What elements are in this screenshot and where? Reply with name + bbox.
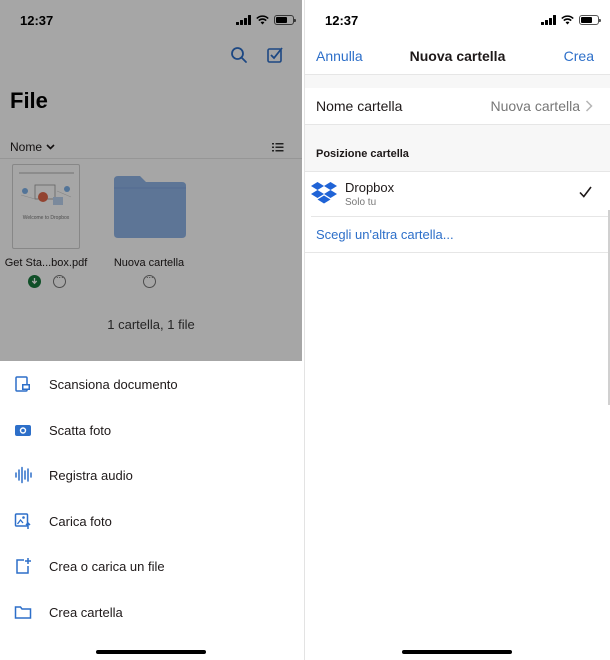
nav-bar: Annulla Nuova cartella Crea [305, 40, 610, 74]
battery-icon [273, 15, 296, 25]
upload-photo-icon [14, 513, 31, 529]
download-badge-icon [28, 275, 41, 288]
status-bar: 12:37 [305, 0, 610, 40]
folder-name-input[interactable]: Nuova cartella [491, 98, 581, 114]
right-screen: 12:37 Annulla Nuova cartella Crea Nome c… [304, 0, 610, 660]
folder-outline-icon [14, 606, 32, 619]
camera-icon [15, 425, 31, 436]
dropbox-logo-icon [311, 182, 337, 204]
thumb-text: Welcome to Dropbox [22, 215, 70, 221]
divider [0, 158, 302, 159]
battery-icon [578, 15, 601, 25]
list-view-icon[interactable] [272, 142, 284, 152]
action-upload-photo[interactable]: Carica foto [0, 501, 302, 541]
section-title: Posizione cartella [316, 148, 409, 160]
signal-icon [541, 15, 556, 25]
sort-label: Nome [10, 140, 43, 154]
left-screen: 12:37 File Nome Welcome to Dropbox Get S… [0, 0, 302, 660]
status-time: 12:37 [20, 13, 54, 28]
items-count: 1 cartella, 1 file [107, 317, 195, 332]
choose-other-folder-link[interactable]: Scegli un'altra cartella... [316, 227, 454, 242]
sort-dropdown[interactable]: Nome [10, 140, 55, 154]
chevron-down-icon [46, 144, 55, 150]
checkmark-icon [579, 186, 592, 198]
action-create-file[interactable]: Crea o carica un file [0, 546, 302, 586]
files-browser: 12:37 File Nome Welcome to Dropbox Get S… [0, 0, 302, 361]
file-name[interactable]: Get Sta...box.pdf [0, 257, 101, 269]
pdf-illustration-icon [20, 184, 72, 205]
create-file-icon [16, 558, 31, 574]
action-create-folder[interactable]: Crea cartella [0, 592, 302, 632]
more-options-icon[interactable] [143, 272, 156, 288]
page-title: File [10, 88, 48, 113]
location-name: Dropbox [345, 180, 395, 195]
folder-icon[interactable] [114, 176, 186, 238]
location-dropbox[interactable]: Dropbox Solo tu [305, 172, 610, 216]
folder-name-row[interactable]: Nome cartella Nuova cartella [305, 88, 610, 124]
audio-wave-icon [15, 466, 32, 484]
wifi-icon [255, 15, 269, 25]
action-take-photo[interactable]: Scatta foto [0, 410, 302, 450]
pdf-thumbnail[interactable]: Welcome to Dropbox [12, 164, 80, 249]
folder-name-label: Nome cartella [316, 98, 403, 114]
action-sheet: Scansiona documento Scatta foto Registra… [0, 361, 302, 660]
signal-icon [236, 15, 251, 25]
select-checkbox-icon[interactable] [266, 46, 284, 64]
action-record-audio[interactable]: Registra audio [0, 455, 302, 495]
home-indicator [402, 650, 512, 654]
home-indicator [96, 650, 206, 654]
location-subtitle: Solo tu [345, 197, 377, 208]
action-scan-document[interactable]: Scansiona documento [0, 364, 302, 404]
folder-name[interactable]: Nuova cartella [94, 257, 204, 269]
create-button[interactable]: Crea [564, 48, 594, 64]
scan-document-icon [15, 376, 30, 392]
search-icon[interactable] [230, 46, 248, 64]
status-time: 12:37 [325, 13, 359, 28]
wifi-icon [560, 15, 574, 25]
status-bar: 12:37 [0, 0, 302, 40]
chevron-right-icon [585, 100, 593, 112]
more-options-icon[interactable] [53, 272, 66, 288]
